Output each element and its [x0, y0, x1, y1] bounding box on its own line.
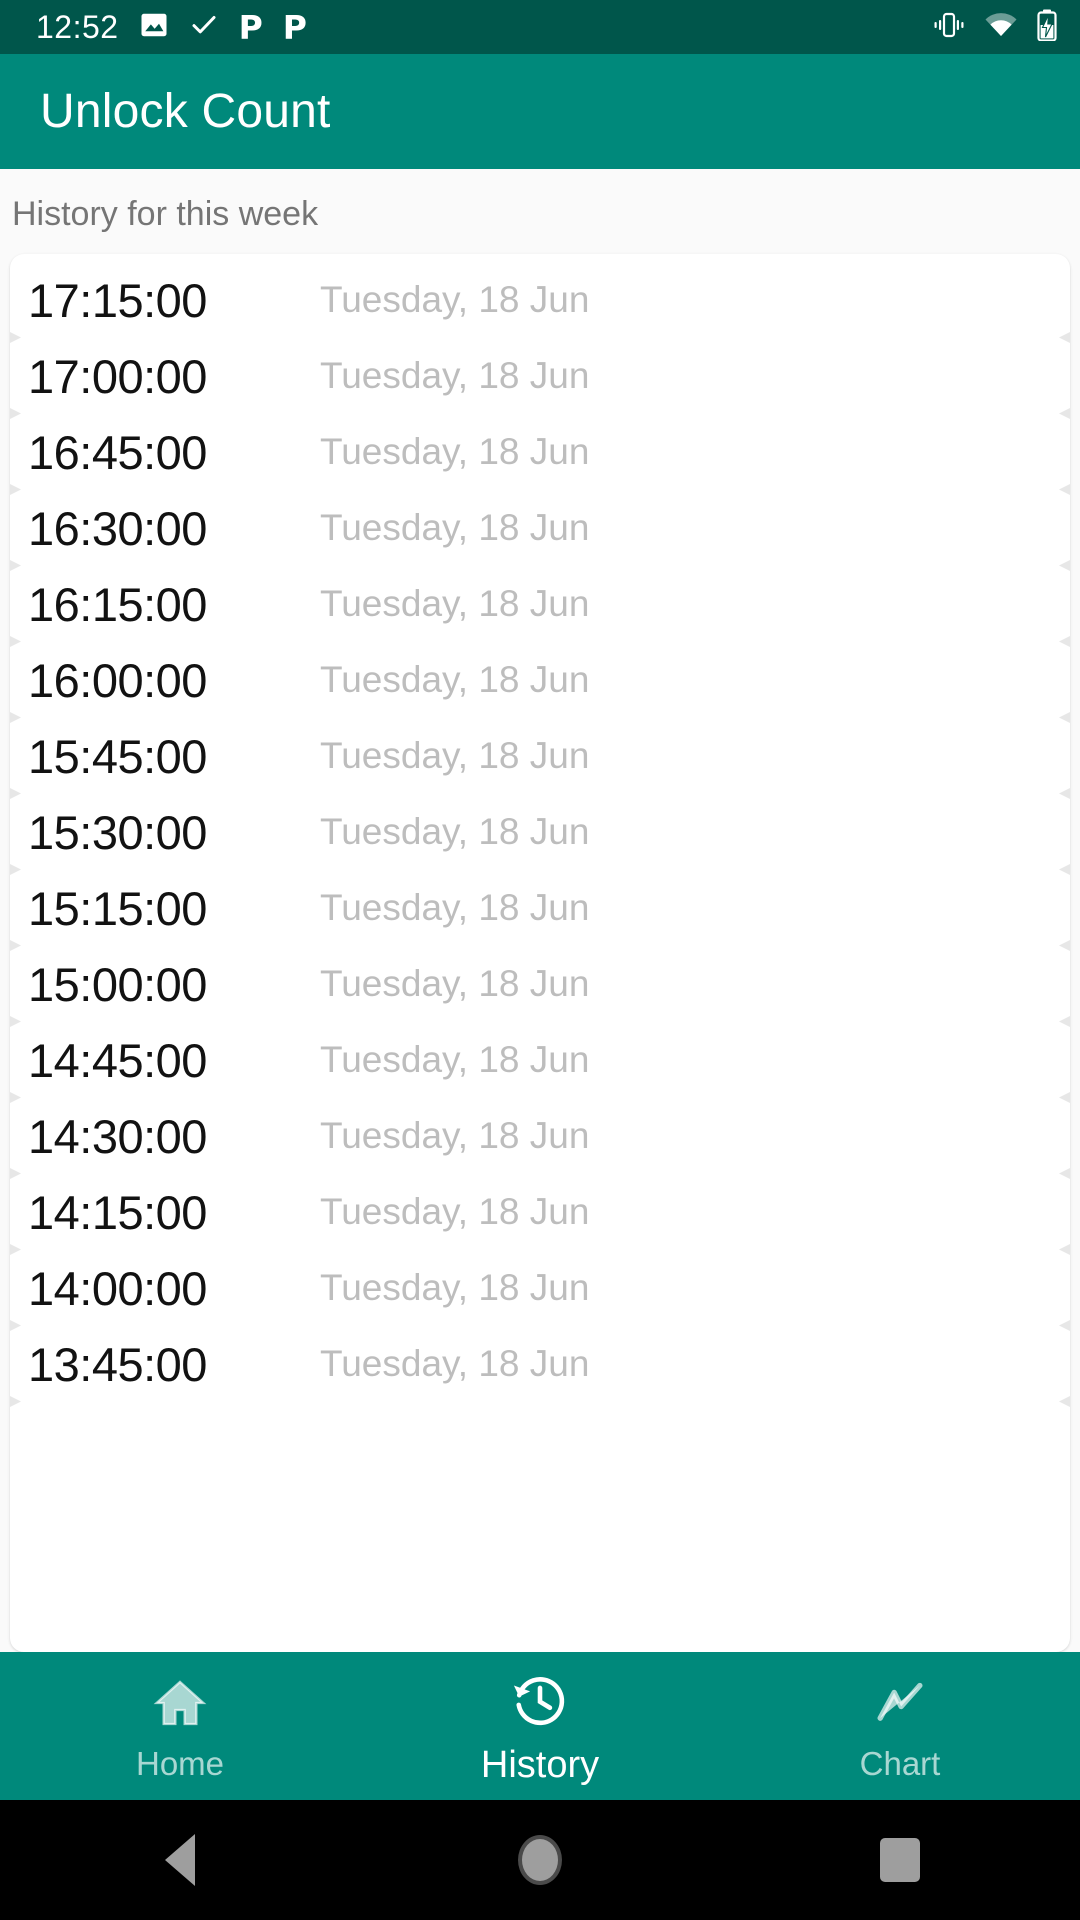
row-date: Tuesday, 18 Jun — [320, 583, 590, 624]
row-date: Tuesday, 18 Jun — [320, 355, 590, 396]
row-time: 16:00:00 — [28, 653, 207, 707]
back-button[interactable] — [90, 1800, 270, 1920]
row-time: 16:30:00 — [28, 501, 207, 555]
history-row[interactable]: 15:45:00 Tuesday, 18 Jun — [10, 718, 1070, 794]
history-row[interactable]: 14:00:00 Tuesday, 18 Jun — [10, 1250, 1070, 1326]
row-time: 13:45:00 — [28, 1337, 207, 1391]
row-date: Tuesday, 18 Jun — [320, 1115, 590, 1156]
history-row[interactable]: 14:30:00 Tuesday, 18 Jun — [10, 1098, 1070, 1174]
status-bar: 12:52 P P — [0, 0, 1080, 54]
recents-button[interactable] — [810, 1800, 990, 1920]
system-navigation-bar — [0, 1800, 1080, 1920]
row-time: 16:45:00 — [28, 425, 207, 479]
row-date: Tuesday, 18 Jun — [320, 1267, 590, 1308]
row-date: Tuesday, 18 Jun — [320, 1039, 590, 1080]
battery-charging-icon — [1036, 9, 1058, 46]
home-button[interactable] — [450, 1800, 630, 1920]
app-bar: Unlock Count — [0, 54, 1080, 169]
status-bar-left: 12:52 P P — [36, 10, 307, 45]
check-icon — [189, 10, 219, 45]
history-row[interactable]: 14:15:00 Tuesday, 18 Jun — [10, 1174, 1070, 1250]
p-badge-icon: P — [282, 7, 307, 47]
history-icon — [511, 1672, 569, 1730]
row-date: Tuesday, 18 Jun — [320, 507, 590, 548]
nav-label-history: History — [480, 1743, 600, 1786]
history-row[interactable]: 13:45:00 Tuesday, 18 Jun — [10, 1326, 1070, 1402]
home-icon — [152, 1675, 208, 1731]
row-date: Tuesday, 18 Jun — [320, 1343, 590, 1384]
nav-item-chart[interactable]: Chart — [720, 1652, 1080, 1800]
history-row[interactable]: 16:45:00 Tuesday, 18 Jun — [10, 414, 1070, 490]
image-icon — [139, 10, 169, 45]
row-date: Tuesday, 18 Jun — [320, 431, 590, 472]
p-badge-icon: P — [238, 7, 263, 47]
history-row[interactable]: 17:15:00 Tuesday, 18 Jun — [10, 262, 1070, 338]
row-date: Tuesday, 18 Jun — [320, 735, 590, 776]
history-row[interactable]: 15:00:00 Tuesday, 18 Jun — [10, 946, 1070, 1022]
row-date: Tuesday, 18 Jun — [320, 887, 590, 928]
section-label: History for this week — [12, 195, 319, 233]
status-bar-right — [932, 9, 1058, 46]
history-row[interactable]: 16:30:00 Tuesday, 18 Jun — [10, 490, 1070, 566]
history-card: 17:15:00 Tuesday, 18 Jun 17:00:00 Tuesday, … — [10, 254, 1070, 1652]
history-row[interactable]: 16:00:00 Tuesday, 18 Jun — [10, 642, 1070, 718]
history-row[interactable]: 16:15:00 Tuesday, 18 Jun — [10, 566, 1070, 642]
bottom-navigation: Home History Chart — [0, 1652, 1080, 1800]
nav-item-home[interactable]: Home — [0, 1652, 360, 1800]
row-time: 14:00:00 — [28, 1261, 207, 1315]
row-date: Tuesday, 18 Jun — [320, 1191, 590, 1232]
history-row[interactable]: 15:15:00 Tuesday, 18 Jun — [10, 870, 1070, 946]
page-title: Unlock Count — [40, 85, 331, 138]
row-time: 14:15:00 — [28, 1185, 207, 1239]
phone-screen: 12:52 P P Unlock Count History for this … — [0, 0, 1080, 1920]
wifi-icon — [984, 12, 1018, 43]
history-row[interactable]: 17:00:00 Tuesday, 18 Jun — [10, 338, 1070, 414]
row-time: 14:30:00 — [28, 1109, 207, 1163]
row-time: 15:45:00 — [28, 729, 207, 783]
row-time: 17:15:00 — [28, 273, 207, 327]
row-date: Tuesday, 18 Jun — [320, 963, 590, 1004]
content-area: History for this week 17:15:00 Tuesday, 1… — [0, 169, 1080, 1652]
row-time: 17:00:00 — [28, 349, 207, 403]
row-date: Tuesday, 18 Jun — [320, 659, 590, 700]
row-time: 15:00:00 — [28, 957, 207, 1011]
nav-label-chart: Chart — [859, 1745, 941, 1782]
history-row[interactable]: 15:30:00 Tuesday, 18 Jun — [10, 794, 1070, 870]
vibrate-icon — [932, 11, 966, 44]
nav-label-home: Home — [135, 1745, 225, 1782]
status-bar-clock: 12:52 — [36, 9, 119, 45]
history-row[interactable]: 14:45:00 Tuesday, 18 Jun — [10, 1022, 1070, 1098]
row-time: 15:30:00 — [28, 805, 207, 859]
history-list[interactable]: 17:15:00 Tuesday, 18 Jun 17:00:00 Tuesday, … — [10, 254, 1070, 1402]
row-date: Tuesday, 18 Jun — [320, 811, 590, 852]
row-date: Tuesday, 18 Jun — [320, 279, 590, 320]
row-time: 14:45:00 — [28, 1033, 207, 1087]
row-time: 15:15:00 — [28, 881, 207, 935]
nav-item-history[interactable]: History — [360, 1652, 720, 1800]
row-time: 16:15:00 — [28, 577, 207, 631]
chart-icon — [872, 1675, 928, 1731]
